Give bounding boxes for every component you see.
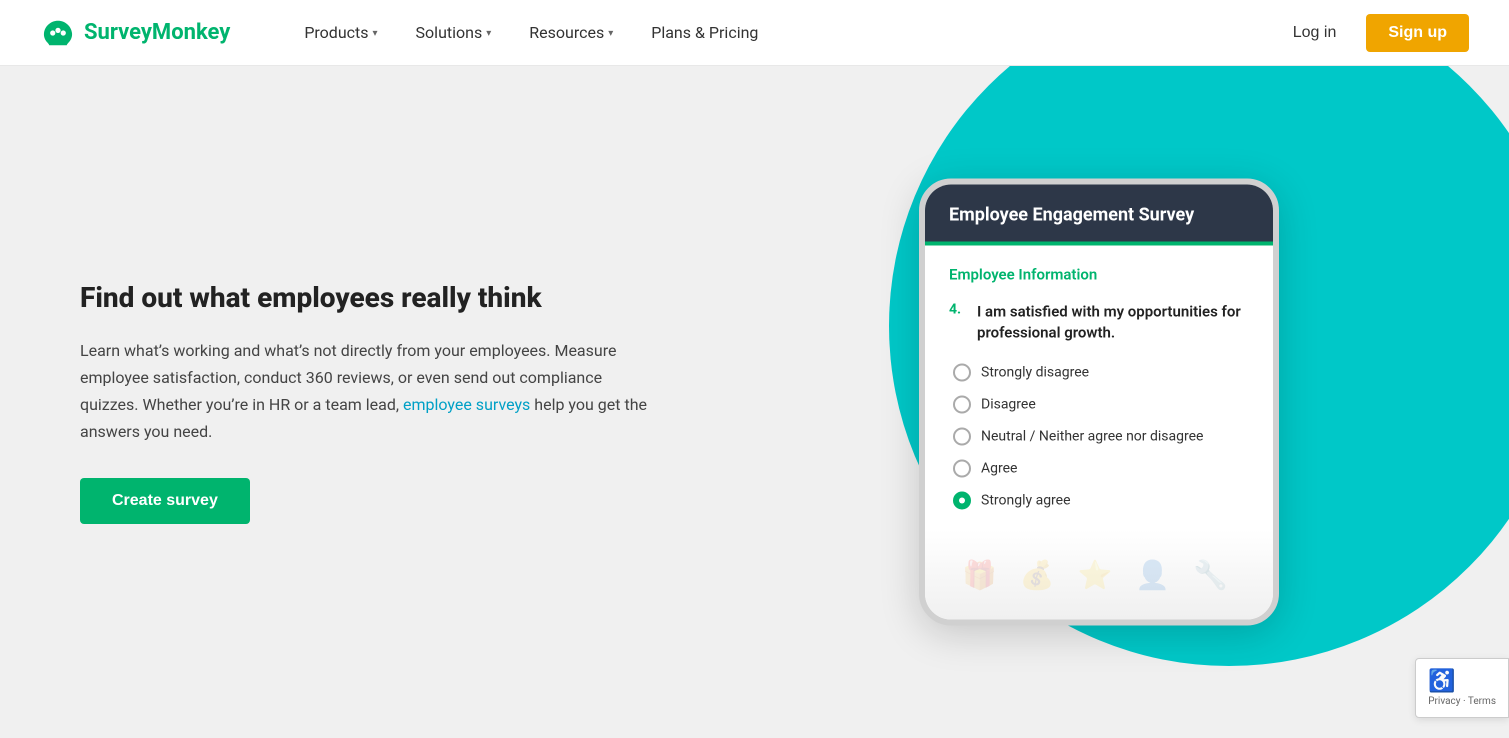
radio-circle-0 xyxy=(953,364,971,382)
radio-option-4: Strongly agree xyxy=(953,492,1249,510)
logo[interactable]: SurveyMonkey xyxy=(40,19,230,47)
radio-options: Strongly disagree Disagree Neutral / Neith… xyxy=(949,364,1249,510)
nav-actions: Log in Sign up xyxy=(1279,14,1469,52)
radio-option-3: Agree xyxy=(953,460,1249,478)
nav-solutions[interactable]: Solutions ▾ xyxy=(402,15,506,50)
create-survey-button[interactable]: Create survey xyxy=(80,478,250,524)
nav-resources[interactable]: Resources ▾ xyxy=(515,15,627,50)
radio-label-1: Disagree xyxy=(981,397,1036,413)
radio-label-2: Neutral / Neither agree nor disagree xyxy=(981,429,1203,445)
radio-circle-1 xyxy=(953,396,971,414)
phone-illustration: 🎁 💰 ⭐ 👤 🔧 xyxy=(925,530,1273,620)
navbar: SurveyMonkey Products ▾ Solutions ▾ Reso… xyxy=(0,0,1509,66)
radio-label-4: Strongly agree xyxy=(981,493,1071,509)
nav-plans-pricing[interactable]: Plans & Pricing xyxy=(637,15,772,50)
question-text: I am satisfied with my opportunities for… xyxy=(977,302,1249,344)
recaptcha-icon: ♿ xyxy=(1428,669,1496,694)
section-label: Employee Information xyxy=(949,266,1249,284)
radio-label-3: Agree xyxy=(981,461,1017,477)
surveymonkey-logo-icon xyxy=(40,19,76,47)
nav-products[interactable]: Products ▾ xyxy=(290,15,391,50)
chevron-down-icon: ▾ xyxy=(486,28,491,39)
radio-circle-2 xyxy=(953,428,971,446)
hero-content: Find out what employees really think Lea… xyxy=(80,280,660,523)
radio-option-1: Disagree xyxy=(953,396,1249,414)
hero-title: Find out what employees really think xyxy=(80,280,660,316)
illustration-icons: 🎁 💰 ⭐ 👤 🔧 xyxy=(962,558,1236,591)
logo-text: SurveyMonkey xyxy=(84,20,230,45)
nav-items: Products ▾ Solutions ▾ Resources ▾ Plans… xyxy=(290,15,1278,50)
phone-frame: Employee Engagement Survey Employee Info… xyxy=(919,179,1279,626)
radio-label-0: Strongly disagree xyxy=(981,365,1089,381)
employee-surveys-link[interactable]: employee surveys xyxy=(403,395,530,414)
signup-button[interactable]: Sign up xyxy=(1366,14,1469,52)
phone-header: Employee Engagement Survey xyxy=(925,185,1273,242)
hero-section: Find out what employees really think Lea… xyxy=(0,66,1509,738)
hero-description: Learn what’s working and what’s not dire… xyxy=(80,337,660,446)
chevron-down-icon: ▾ xyxy=(373,28,378,39)
chevron-down-icon: ▾ xyxy=(608,28,613,39)
radio-option-2: Neutral / Neither agree nor disagree xyxy=(953,428,1249,446)
radio-option-0: Strongly disagree xyxy=(953,364,1249,382)
survey-question: 4. I am satisfied with my opportunities … xyxy=(949,302,1249,344)
phone-mockup: Employee Engagement Survey Employee Info… xyxy=(919,179,1279,626)
phone-body: Employee Information 4. I am satisfied w… xyxy=(925,246,1273,530)
radio-circle-4 xyxy=(953,492,971,510)
question-number: 4. xyxy=(949,302,969,344)
survey-title: Employee Engagement Survey xyxy=(949,205,1194,226)
recaptcha-badge: ♿ Privacy · Terms xyxy=(1415,658,1509,718)
radio-circle-3 xyxy=(953,460,971,478)
login-button[interactable]: Log in xyxy=(1279,16,1351,50)
recaptcha-text: Privacy · Terms xyxy=(1428,696,1496,707)
